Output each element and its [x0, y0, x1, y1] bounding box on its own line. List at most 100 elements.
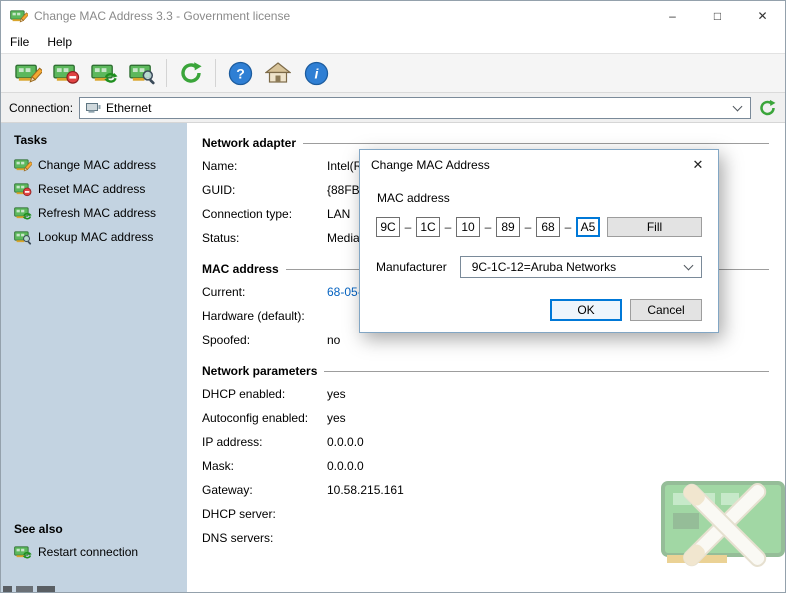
property-row: DHCP server: [202, 502, 769, 526]
refresh-mac-button[interactable] [85, 56, 123, 90]
change-mac-icon [14, 157, 32, 173]
sidebar-item-reset-mac[interactable]: Reset MAC address [14, 177, 181, 201]
toolbar-separator [215, 59, 216, 87]
app-window: Change MAC Address 3.3 - Government lice… [0, 0, 786, 593]
connection-label: Connection: [9, 101, 73, 115]
property-value: 0.0.0.0 [327, 435, 364, 449]
refresh-mac-icon [14, 205, 32, 221]
dialog-title: Change MAC Address [371, 158, 490, 172]
section-network-parameters: Network parameters DHCP enabled: yes Aut… [202, 360, 769, 550]
sidebar-item-refresh-mac[interactable]: Refresh MAC address [14, 201, 181, 225]
property-label: Hardware (default): [202, 309, 327, 323]
home-button[interactable] [259, 56, 297, 90]
mac-octet-input-1[interactable] [376, 217, 400, 237]
property-value: yes [327, 411, 346, 425]
mac-octet-input-3[interactable] [456, 217, 480, 237]
manufacturer-value: 9C-1C-12=Aruba Networks [472, 260, 616, 274]
home-icon [265, 61, 291, 85]
svg-text:?: ? [236, 65, 245, 81]
change-mac-button[interactable] [9, 56, 47, 90]
sidebar-item-label: Change MAC address [38, 158, 156, 172]
help-button[interactable]: ? [221, 56, 259, 90]
tasks-sidebar: Tasks Change MAC address Reset MAC ad [1, 123, 187, 592]
ethernet-adapter-icon [86, 102, 101, 114]
toolbar-separator [166, 59, 167, 87]
property-label: DHCP server: [202, 507, 327, 521]
dialog-title-bar[interactable]: Change MAC Address ✕ [360, 150, 718, 180]
mac-octet-input-4[interactable] [496, 217, 520, 237]
reset-mac-button[interactable] [47, 56, 85, 90]
change-mac-icon [15, 61, 42, 85]
menu-bar: File Help [1, 31, 785, 53]
see-also-header: See also [14, 522, 181, 536]
property-row: DNS servers: [202, 526, 769, 550]
lookup-mac-icon [14, 229, 32, 245]
octet-separator: – [400, 220, 416, 234]
toolbar: ? i [1, 53, 785, 93]
minimize-button[interactable]: – [650, 1, 695, 31]
manufacturer-combobox[interactable]: 9C-1C-12=Aruba Networks [460, 256, 702, 278]
ok-button[interactable]: OK [550, 299, 622, 321]
reset-mac-icon [53, 61, 80, 85]
help-icon: ? [228, 61, 253, 86]
connection-combobox[interactable]: Ethernet [79, 97, 751, 119]
property-value: no [327, 333, 340, 347]
manufacturer-label: Manufacturer [376, 260, 447, 274]
sidebar-item-label: Reset MAC address [38, 182, 145, 196]
maximize-button[interactable]: □ [695, 1, 740, 31]
sidebar-item-label: Restart connection [38, 545, 138, 559]
property-row: Autoconfig enabled: yes [202, 406, 769, 430]
property-label: IP address: [202, 435, 327, 449]
section-title: Network parameters [202, 364, 317, 378]
property-row: DHCP enabled: yes [202, 382, 769, 406]
cancel-button[interactable]: Cancel [630, 299, 702, 321]
property-label: Name: [202, 159, 327, 173]
connection-value: Ethernet [106, 101, 151, 115]
chevron-down-icon[interactable] [681, 265, 695, 269]
connection-row: Connection: Ethernet [1, 93, 785, 123]
mac-octet-input-2[interactable] [416, 217, 440, 237]
about-button[interactable]: i [297, 56, 335, 90]
reset-mac-icon [14, 181, 32, 197]
menu-item-help[interactable]: Help [47, 33, 80, 51]
mac-octet-input-5[interactable] [536, 217, 560, 237]
property-label: GUID: [202, 183, 327, 197]
section-title: MAC address [202, 262, 279, 276]
refresh-icon [758, 99, 777, 117]
property-label: DHCP enabled: [202, 387, 327, 401]
app-icon [10, 8, 28, 24]
octet-separator: – [560, 220, 576, 234]
fill-button[interactable]: Fill [607, 217, 702, 237]
dialog-close-button[interactable]: ✕ [678, 150, 718, 180]
close-button[interactable]: ✕ [740, 1, 785, 31]
property-value: LAN [327, 207, 350, 221]
lookup-mac-button[interactable] [123, 56, 161, 90]
mac-address-label: MAC address [377, 191, 702, 205]
sidebar-item-label: Refresh MAC address [38, 206, 156, 220]
connection-refresh-button[interactable] [758, 99, 777, 117]
chevron-down-icon[interactable] [730, 106, 744, 110]
property-value: 10.58.215.161 [327, 483, 404, 497]
window-controls: – □ ✕ [650, 1, 785, 31]
about-icon: i [304, 61, 329, 86]
section-header: Network parameters [202, 360, 769, 382]
property-value: yes [327, 387, 346, 401]
section-divider [303, 143, 769, 144]
mac-octet-input-6[interactable] [576, 217, 600, 237]
sidebar-item-lookup-mac[interactable]: Lookup MAC address [14, 225, 181, 249]
dialog-buttons: OK Cancel [376, 299, 702, 321]
property-label: Autoconfig enabled: [202, 411, 327, 425]
property-label: Current: [202, 285, 327, 299]
section-divider [324, 371, 769, 372]
octet-separator: – [520, 220, 536, 234]
refresh-connection-button[interactable] [172, 56, 210, 90]
menu-item-file[interactable]: File [10, 33, 37, 51]
screen-artifact [3, 586, 59, 592]
sidebar-item-restart-connection[interactable]: Restart connection [14, 540, 181, 564]
change-mac-dialog: Change MAC Address ✕ MAC address – – – –… [359, 149, 719, 333]
property-label: Mask: [202, 459, 327, 473]
restart-connection-icon [14, 544, 32, 560]
sidebar-item-change-mac[interactable]: Change MAC address [14, 153, 181, 177]
window-title: Change MAC Address 3.3 - Government lice… [34, 9, 290, 23]
title-bar[interactable]: Change MAC Address 3.3 - Government lice… [1, 1, 785, 31]
